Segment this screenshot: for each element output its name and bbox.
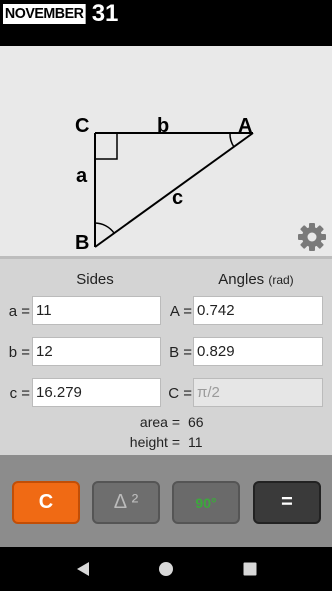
logo-day: 31 (91, 0, 119, 27)
home-circle-icon[interactable] (158, 561, 174, 582)
right-angle-marker (95, 133, 118, 160)
degrees-toggle-button[interactable]: 90° (172, 481, 240, 524)
triangle-diagram: C A B b a c (0, 46, 332, 256)
logo-month: NOVEMBER (3, 4, 86, 24)
area-label: area = (139, 414, 180, 430)
angle-a-field[interactable]: 0.742 (193, 296, 323, 325)
vertex-label-a: A (238, 115, 252, 137)
gear-icon[interactable] (297, 222, 327, 252)
side-label-c: c (172, 187, 183, 209)
angle-arc-b (94, 222, 115, 234)
calculate-button[interactable]: = (253, 481, 321, 524)
status-bar: NOVEMBER 31 (0, 0, 332, 46)
vertex-label-c: C (75, 115, 89, 137)
height-value: 11 (188, 434, 203, 450)
angle-b-label: B = (169, 344, 192, 361)
angle-a-label: A = (169, 303, 192, 320)
side-a-field[interactable]: 11 (32, 296, 161, 325)
angle-b-field[interactable]: 0.829 (193, 337, 323, 366)
triangle-svg: C A B b a c (75, 115, 254, 254)
height-label: height = (129, 434, 180, 450)
sides-heading: Sides (76, 271, 114, 288)
angles-heading: Angles (rad) (190, 271, 322, 288)
area-value: 66 (188, 414, 204, 430)
side-b-label: b = (8, 344, 30, 361)
triangle-area-button[interactable]: Δ ² (92, 481, 160, 524)
back-triangle-icon[interactable] (75, 561, 91, 582)
angles-unit: (rad) (268, 273, 294, 287)
recents-square-icon[interactable] (242, 561, 258, 582)
side-label-b: b (157, 115, 169, 137)
clear-button[interactable]: C (12, 481, 80, 524)
side-c-label: c = (9, 385, 30, 402)
angle-c-field: π/2 (193, 378, 323, 407)
input-panel: Sides Angles (rad) a = 11 b = 12 c = 16.… (0, 259, 332, 455)
angle-arc-a (229, 132, 235, 148)
angles-heading-text: Angles (218, 271, 265, 288)
navigation-bar (0, 547, 332, 591)
button-bar: C Δ ² 90° = (0, 455, 332, 547)
side-c-field[interactable]: 16.279 (32, 378, 161, 407)
side-label-a: a (76, 165, 88, 187)
date-logo: NOVEMBER 31 (3, 0, 119, 27)
side-b-field[interactable]: 12 (32, 337, 161, 366)
side-a-label: a = (8, 303, 30, 320)
vertex-label-b: B (75, 232, 89, 254)
angle-c-label: C = (168, 385, 192, 402)
